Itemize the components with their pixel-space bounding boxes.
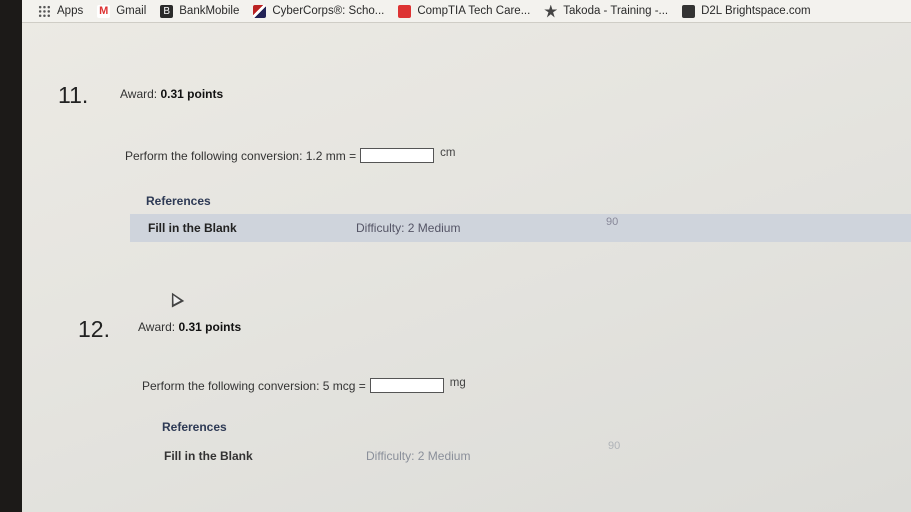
browser-window: Apps M Gmail B BankMobile CyberCorps®: S… (22, 0, 911, 512)
unit-label: mg (449, 376, 466, 389)
bookmark-gmail[interactable]: M Gmail (97, 4, 147, 18)
question-prompt: Perform the following conversion: 1.2 mm… (125, 146, 456, 163)
difficulty-label: Difficulty: 2 Medium (366, 449, 471, 463)
answer-input[interactable] (360, 148, 435, 163)
prompt-text: Perform the following conversion: 5 mcg … (142, 378, 366, 393)
bookmark-comptia[interactable]: CompTIA Tech Care... (398, 4, 531, 18)
bookmark-d2l[interactable]: D2L Brightspace.com (682, 4, 811, 18)
score-value: 90 (608, 440, 621, 452)
score-value: 90 (606, 216, 619, 228)
award-label: Award: (120, 87, 158, 101)
award-value: 0.31 points (178, 320, 242, 334)
award-label: Award: (138, 320, 176, 334)
bookmark-label: CompTIA Tech Care... (417, 5, 531, 17)
comptia-icon (398, 4, 412, 18)
bookmark-label: Takoda - Training -... (563, 5, 669, 17)
bookmark-label: Gmail (116, 5, 147, 17)
bookmarks-bar: Apps M Gmail B BankMobile CyberCorps®: S… (22, 0, 911, 23)
question-number: 12. (78, 316, 110, 342)
award-text: Award: 0.31 points (120, 87, 223, 101)
bankmobile-icon: B (160, 4, 174, 18)
question-meta-row: Fill in the Blank Difficulty: 2 Medium 9… (146, 440, 911, 470)
takoda-icon (544, 4, 558, 18)
bookmark-cybercorps[interactable]: CyberCorps®: Scho... (253, 4, 385, 18)
bookmark-label: D2L Brightspace.com (701, 5, 811, 17)
mouse-cursor-icon (165, 289, 185, 308)
references-link[interactable]: References (146, 194, 211, 208)
award-value: 0.31 points (160, 87, 224, 101)
unit-label: cm (440, 146, 456, 159)
bookmark-label: BankMobile (179, 5, 240, 17)
gmail-icon: M (97, 4, 111, 18)
bookmark-apps[interactable]: Apps (38, 4, 84, 18)
question-type: Fill in the Blank (164, 449, 253, 463)
apps-grid-icon (38, 4, 51, 18)
bookmark-takoda[interactable]: Takoda - Training -... (544, 4, 669, 18)
question-meta-row: Fill in the Blank Difficulty: 2 Medium 9… (130, 214, 911, 242)
bookmark-label: Apps (57, 5, 84, 17)
references-link[interactable]: References (162, 420, 227, 434)
bookmark-label: CyberCorps®: Scho... (272, 5, 385, 17)
prompt-text: Perform the following conversion: 1.2 mm… (125, 148, 357, 163)
d2l-icon (682, 4, 696, 18)
difficulty-label: Difficulty: 2 Medium (356, 221, 461, 235)
cybercorps-icon (253, 4, 267, 18)
answer-input[interactable] (369, 378, 444, 393)
bookmark-bankmobile[interactable]: B BankMobile (160, 4, 240, 18)
question-number: 11. (58, 82, 89, 108)
award-text: Award: 0.31 points (138, 320, 241, 334)
question-type: Fill in the Blank (148, 221, 237, 235)
question-prompt: Perform the following conversion: 5 mcg … (142, 376, 466, 393)
